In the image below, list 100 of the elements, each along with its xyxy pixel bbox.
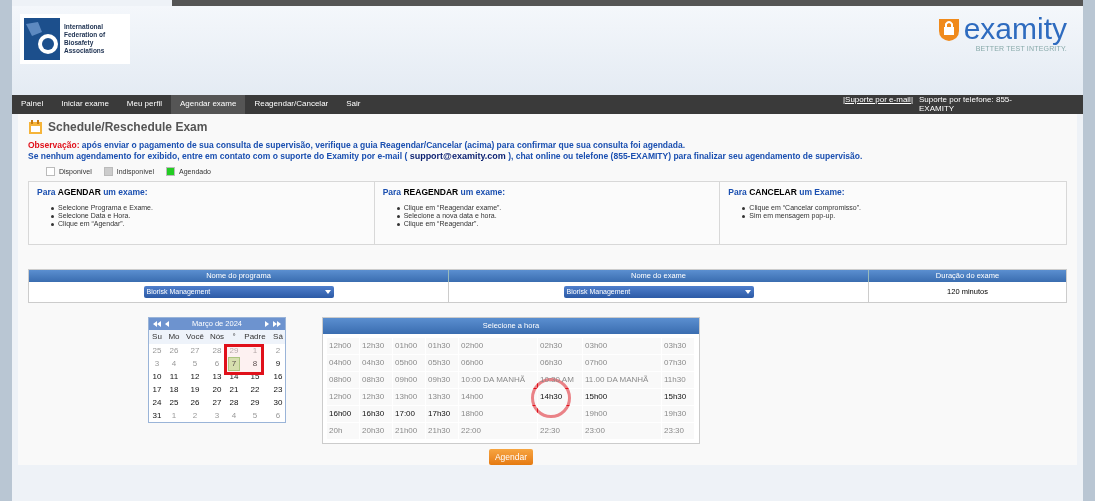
time-slot[interactable]: 20h30 (360, 423, 392, 439)
time-slot[interactable]: 07h00 (583, 355, 661, 371)
schedule-button[interactable]: Agendar (488, 449, 534, 465)
calendar-day[interactable]: 28 (229, 396, 239, 409)
calendar-day[interactable]: 2 (192, 409, 198, 422)
calendar-day[interactable]: 26 (169, 344, 179, 357)
calendar-day[interactable]: 13 (212, 370, 222, 383)
time-slot[interactable]: 17:00 (393, 406, 425, 422)
time-slot[interactable]: 08h00 (327, 372, 359, 388)
calendar-day[interactable]: 8 (252, 357, 258, 370)
time-slot[interactable]: 16h00 (327, 406, 359, 422)
calendar-day[interactable]: 6 (275, 409, 281, 422)
time-slot[interactable]: 04h30 (360, 355, 392, 371)
nav-tab[interactable]: Iniciar exame (52, 94, 118, 114)
calendar-day[interactable]: 7 (227, 356, 241, 371)
time-slot[interactable]: 13h30 (426, 389, 458, 405)
time-slot[interactable]: 09h00 (393, 372, 425, 388)
time-slot[interactable]: 02h30 (538, 338, 582, 354)
time-slot[interactable]: 22:00 (459, 423, 537, 439)
calendar-day[interactable]: 18 (169, 383, 179, 396)
calendar-day[interactable]: 5 (252, 409, 258, 422)
calendar-day[interactable]: 25 (169, 396, 179, 409)
calendar-day[interactable]: 5 (192, 357, 198, 370)
calendar-day[interactable]: 3 (214, 409, 220, 422)
time-slot[interactable]: 03h00 (583, 338, 661, 354)
calendar-day[interactable]: 26 (190, 396, 200, 409)
time-slot[interactable]: 14h30 (538, 389, 582, 405)
nav-tab[interactable]: Sair (337, 94, 370, 114)
time-slot[interactable]: 14h00 (459, 389, 537, 405)
calendar-day[interactable]: 10 (152, 370, 162, 383)
next-icon[interactable] (265, 321, 269, 327)
calendar-day[interactable]: 29 (250, 396, 260, 409)
nav-tab[interactable]: Reagendar/Cancelar (245, 94, 338, 114)
calendar-day[interactable]: 27 (190, 344, 200, 357)
time-slot[interactable]: 12h00 (327, 389, 359, 405)
bullet-icon (51, 206, 54, 210)
calendar-day[interactable]: 24 (152, 396, 162, 409)
calendar-day[interactable]: 20 (212, 383, 222, 396)
calendar-day[interactable]: 2 (275, 344, 281, 357)
calendar-day[interactable]: 19 (190, 383, 200, 396)
calendar-day[interactable]: 16 (273, 370, 283, 383)
calendar-day[interactable]: 29 (229, 344, 239, 357)
time-slot[interactable]: 13h00 (393, 389, 425, 405)
time-slot[interactable]: 22:30 (538, 423, 582, 439)
time-slot[interactable]: 21h30 (426, 423, 458, 439)
time-slot[interactable]: 01h00 (393, 338, 425, 354)
calendar-day[interactable]: 22 (250, 383, 260, 396)
time-slot[interactable] (538, 406, 582, 422)
nav-tab[interactable]: Meu perfil (117, 94, 171, 114)
time-slot[interactable]: 23:30 (662, 423, 694, 439)
calendar-day[interactable]: 9 (275, 357, 281, 370)
calendar-day[interactable]: 12 (190, 370, 200, 383)
calendar-day[interactable]: 3 (154, 357, 160, 370)
previous-icon[interactable] (165, 321, 169, 327)
time-slot[interactable]: 12h00 (327, 338, 359, 354)
time-slot[interactable]: 19h00 (583, 406, 661, 422)
time-slot[interactable]: 04h00 (327, 355, 359, 371)
calendar-day[interactable]: 28 (212, 344, 222, 357)
calendar-day[interactable]: 21 (229, 383, 239, 396)
time-slot[interactable]: 10:00 DA MANHÃ (459, 372, 537, 388)
first-page-icon[interactable] (153, 321, 161, 327)
time-slot[interactable]: 20h (327, 423, 359, 439)
time-slot[interactable]: 03h30 (662, 338, 694, 354)
time-slot[interactable]: 01h30 (426, 338, 458, 354)
time-slot[interactable]: 02h00 (459, 338, 537, 354)
email-support-link[interactable]: |Suporte por e-mail| (843, 95, 917, 105)
calendar-day[interactable]: 6 (214, 357, 220, 370)
time-slot[interactable]: 12h30 (360, 389, 392, 405)
calendar-day[interactable]: 25 (152, 344, 162, 357)
time-slot[interactable]: 05h30 (426, 355, 458, 371)
last-page-icon[interactable] (273, 321, 281, 327)
time-slot[interactable]: 06h00 (459, 355, 537, 371)
time-slot[interactable]: 15h30 (662, 389, 694, 405)
time-slot[interactable]: 19h30 (662, 406, 694, 422)
nav-tab[interactable]: Painel (12, 94, 53, 114)
time-slot[interactable]: 11h30 (662, 372, 694, 388)
calendar-day[interactable]: 23 (273, 383, 283, 396)
calendar-day[interactable]: 4 (231, 409, 237, 422)
time-slot[interactable]: 17h30 (426, 406, 458, 422)
time-slot[interactable]: 18h00 (459, 406, 537, 422)
time-slot[interactable]: 16h30 (360, 406, 392, 422)
calendar-day[interactable]: 27 (212, 396, 222, 409)
time-slot[interactable]: 06h30 (538, 355, 582, 371)
time-slot[interactable]: 07h30 (662, 355, 694, 371)
email-link[interactable]: support@examity.com (409, 150, 506, 161)
calendar-day[interactable]: 1 (171, 409, 177, 422)
calendar-day[interactable]: 30 (273, 396, 283, 409)
calendar-day[interactable]: 4 (171, 357, 177, 370)
calendar-day[interactable]: 11 (169, 370, 179, 383)
time-slot[interactable]: 21h00 (393, 423, 425, 439)
time-slot[interactable]: 09h30 (426, 372, 458, 388)
time-slot[interactable]: 08h30 (360, 372, 392, 388)
phone-support: Suporte por telefone: 855-EXAMITY (919, 95, 1013, 114)
time-slot[interactable]: 12h30 (360, 338, 392, 354)
calendar-day[interactable]: 31 (152, 409, 162, 422)
time-slot[interactable]: 23:00 (583, 423, 661, 439)
time-slot[interactable]: 05h00 (393, 355, 425, 371)
calendar-day[interactable]: 17 (152, 383, 162, 396)
time-slot[interactable]: 11.00 DA MANHÃ (583, 372, 661, 388)
time-slot[interactable]: 15h00 (583, 389, 661, 405)
